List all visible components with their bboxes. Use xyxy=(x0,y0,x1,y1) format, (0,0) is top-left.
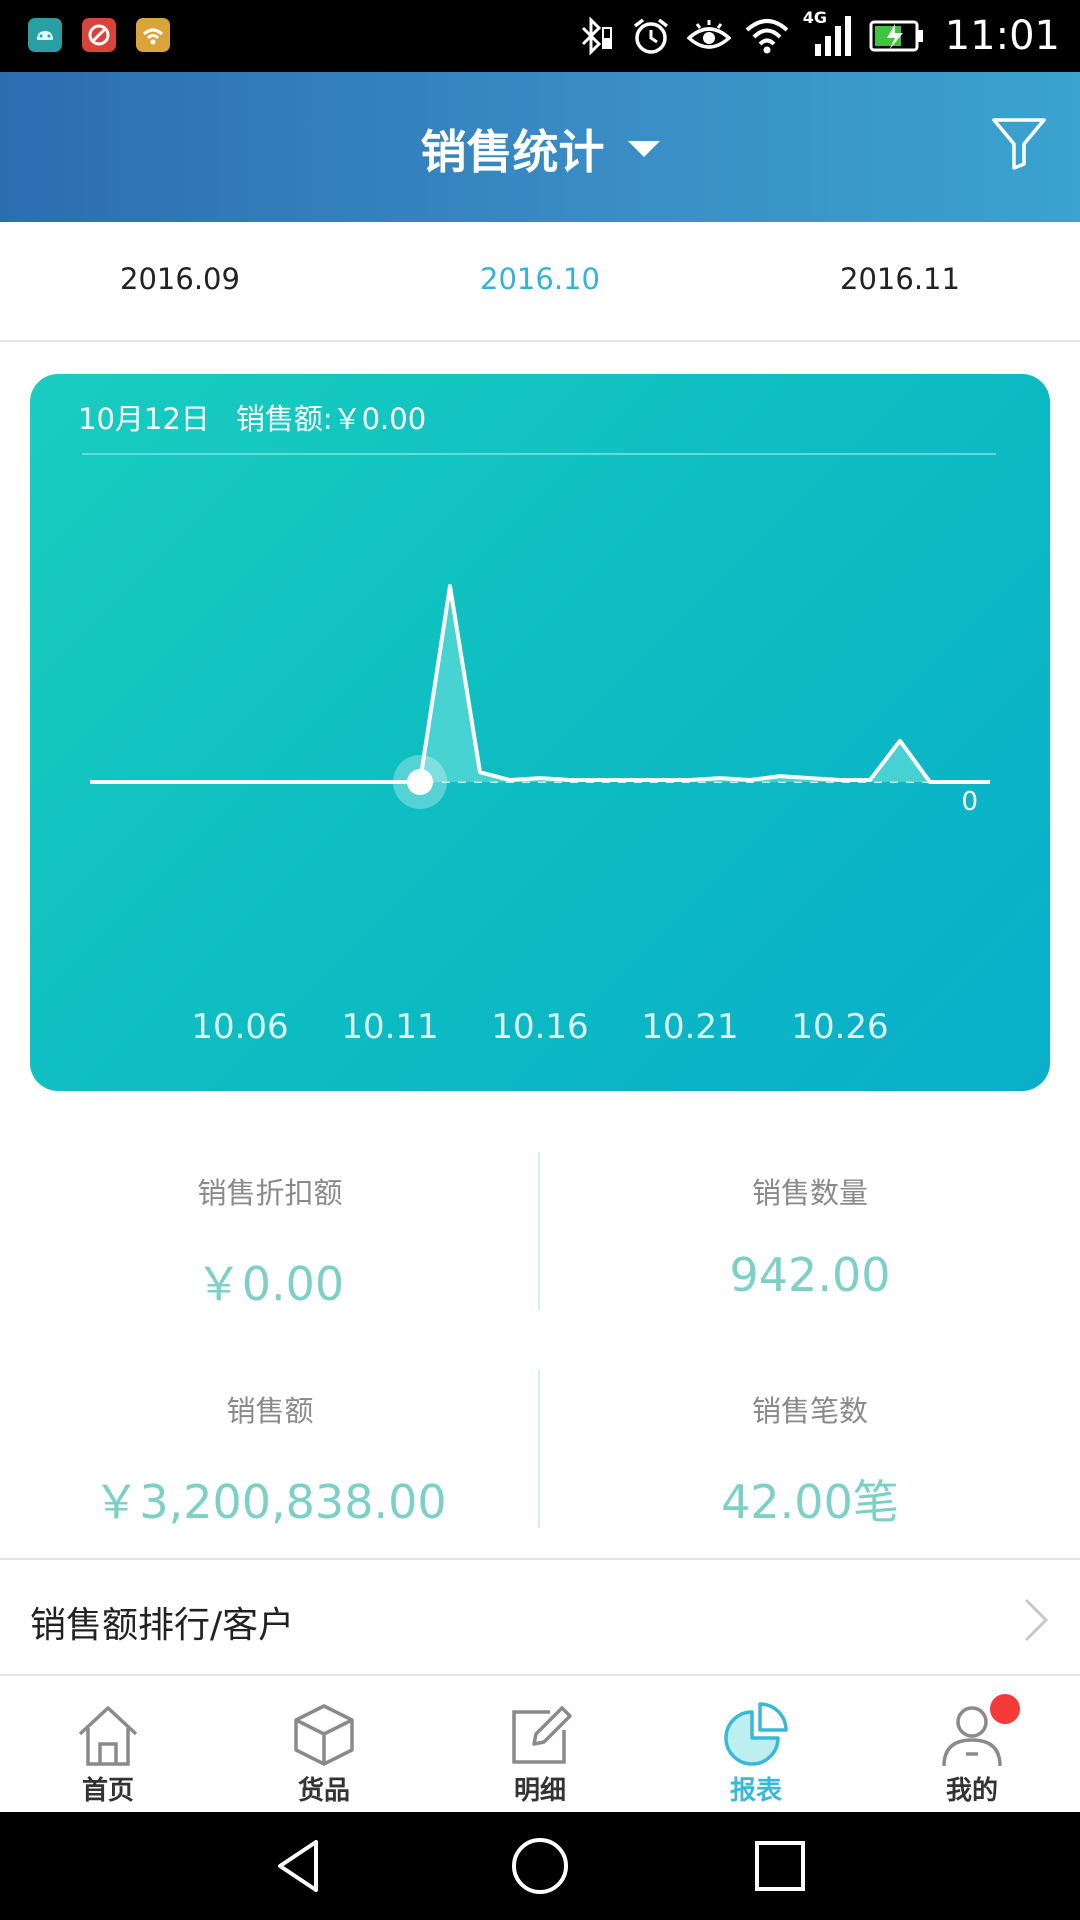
sales-chart[interactable]: 0 10.06 10.11 10.16 10.21 10.26 xyxy=(30,374,1050,1091)
chart-x-tick-label: 10.06 xyxy=(191,1007,288,1047)
chart-selected-date: 10月12日 xyxy=(78,402,210,436)
stat-discount-label: 销售折扣额 xyxy=(197,1176,343,1210)
back-icon[interactable] xyxy=(268,1834,332,1898)
chart-x-tick-label: 10.11 xyxy=(341,1007,438,1047)
chart-x-tick-label: 10.16 xyxy=(491,1007,588,1047)
home-icon xyxy=(78,1706,138,1766)
stat-order-count-label: 销售笔数 xyxy=(751,1394,868,1428)
caret-down-icon xyxy=(627,141,660,157)
stat-quantity-value: 942.00 xyxy=(729,1248,891,1302)
screen: 4G 11:01 销售统计 2016.09 2016.10 2016.11 0 1… xyxy=(0,0,1080,1920)
clock: 11:01 xyxy=(944,13,1060,59)
status-icons: 4G 11:01 xyxy=(571,8,1060,62)
app-red-icon xyxy=(82,18,116,52)
chart-selected-sales: 销售额:￥0.00 xyxy=(235,402,427,436)
nav-home-label: 首页 xyxy=(81,1776,134,1806)
battery-icon xyxy=(869,20,923,52)
nav-goods[interactable]: 货品 xyxy=(216,1676,432,1812)
page-title: 销售统计 xyxy=(420,125,605,179)
nav-reports-label: 报表 xyxy=(729,1776,782,1806)
chart-selected-point xyxy=(407,769,433,795)
chart-x-tick-label: 10.26 xyxy=(791,1007,888,1047)
nav-details-label: 明细 xyxy=(513,1776,566,1806)
sales-chart-card: 0 10.06 10.11 10.16 10.21 10.26 10月12日 销售额:￥0.… xyxy=(30,374,1050,1091)
signal-icon: 4G xyxy=(803,8,855,60)
stat-sales-amount: 销售额 ￥3,200,838.00 xyxy=(0,1388,540,1532)
chart-line xyxy=(90,584,990,784)
stat-order-count: 销售笔数 42.00笔 xyxy=(540,1388,1080,1532)
chart-x-tick-label: 10.21 xyxy=(641,1007,738,1047)
status-bar: 4G 11:01 xyxy=(0,0,1080,72)
month-tabs: 2016.09 2016.10 2016.11 xyxy=(0,222,1080,342)
recents-icon[interactable] xyxy=(748,1834,812,1898)
pie-chart-icon xyxy=(724,1702,788,1766)
box-icon xyxy=(294,1704,354,1766)
system-nav-bar xyxy=(0,1812,1080,1920)
stat-discount: 销售折扣额 ￥0.00 xyxy=(0,1170,540,1314)
app-header: 销售统计 xyxy=(0,72,1080,222)
nav-me[interactable]: 我的 xyxy=(864,1676,1080,1812)
nav-home[interactable]: 首页 xyxy=(0,1676,216,1812)
stat-discount-value: ￥0.00 xyxy=(195,1257,345,1311)
wifi-icon xyxy=(745,19,789,54)
alarm-icon xyxy=(633,18,668,54)
stat-divider xyxy=(538,1152,540,1310)
title-dropdown[interactable]: 销售统计 xyxy=(0,116,1080,179)
nav-details[interactable]: 明细 xyxy=(432,1676,648,1812)
chevron-right-icon xyxy=(1024,1598,1049,1642)
filter-icon[interactable] xyxy=(988,112,1050,174)
nav-reports[interactable]: 报表 xyxy=(648,1676,864,1812)
chart-area xyxy=(90,586,990,782)
chart-tooltip: 10月12日 销售额:￥0.00 xyxy=(78,396,426,438)
bottom-nav: 首页 货品 明细 报表 我的 xyxy=(0,1676,1080,1812)
stat-sales-amount-label: 销售额 xyxy=(226,1394,314,1428)
home-circle-icon[interactable] xyxy=(508,1834,572,1898)
wifi-app-icon xyxy=(136,18,170,52)
eye-comfort-icon xyxy=(686,20,731,49)
nav-goods-label: 货品 xyxy=(297,1776,350,1806)
tab-2016-11[interactable]: 2016.11 xyxy=(800,262,1000,296)
stat-order-count-value: 42.00笔 xyxy=(721,1475,899,1529)
bluetooth-icon xyxy=(581,16,612,56)
stat-quantity-label: 销售数量 xyxy=(751,1176,868,1210)
stat-quantity: 销售数量 942.00 xyxy=(540,1170,1080,1302)
stat-sales-amount-value: ￥3,200,838.00 xyxy=(93,1475,447,1529)
sales-ranking-row[interactable]: 销售额排行/客户 xyxy=(0,1558,1080,1676)
notification-badge xyxy=(990,1694,1020,1724)
chart-baseline-label: 0 xyxy=(961,787,978,817)
stat-divider xyxy=(538,1370,540,1528)
edit-icon xyxy=(512,1706,572,1764)
sales-ranking-label: 销售额排行/客户 xyxy=(30,1605,295,1646)
nav-me-label: 我的 xyxy=(945,1776,998,1806)
tab-2016-10[interactable]: 2016.10 xyxy=(440,262,640,296)
tab-2016-09[interactable]: 2016.09 xyxy=(80,262,280,296)
android-debug-icon xyxy=(28,18,62,52)
